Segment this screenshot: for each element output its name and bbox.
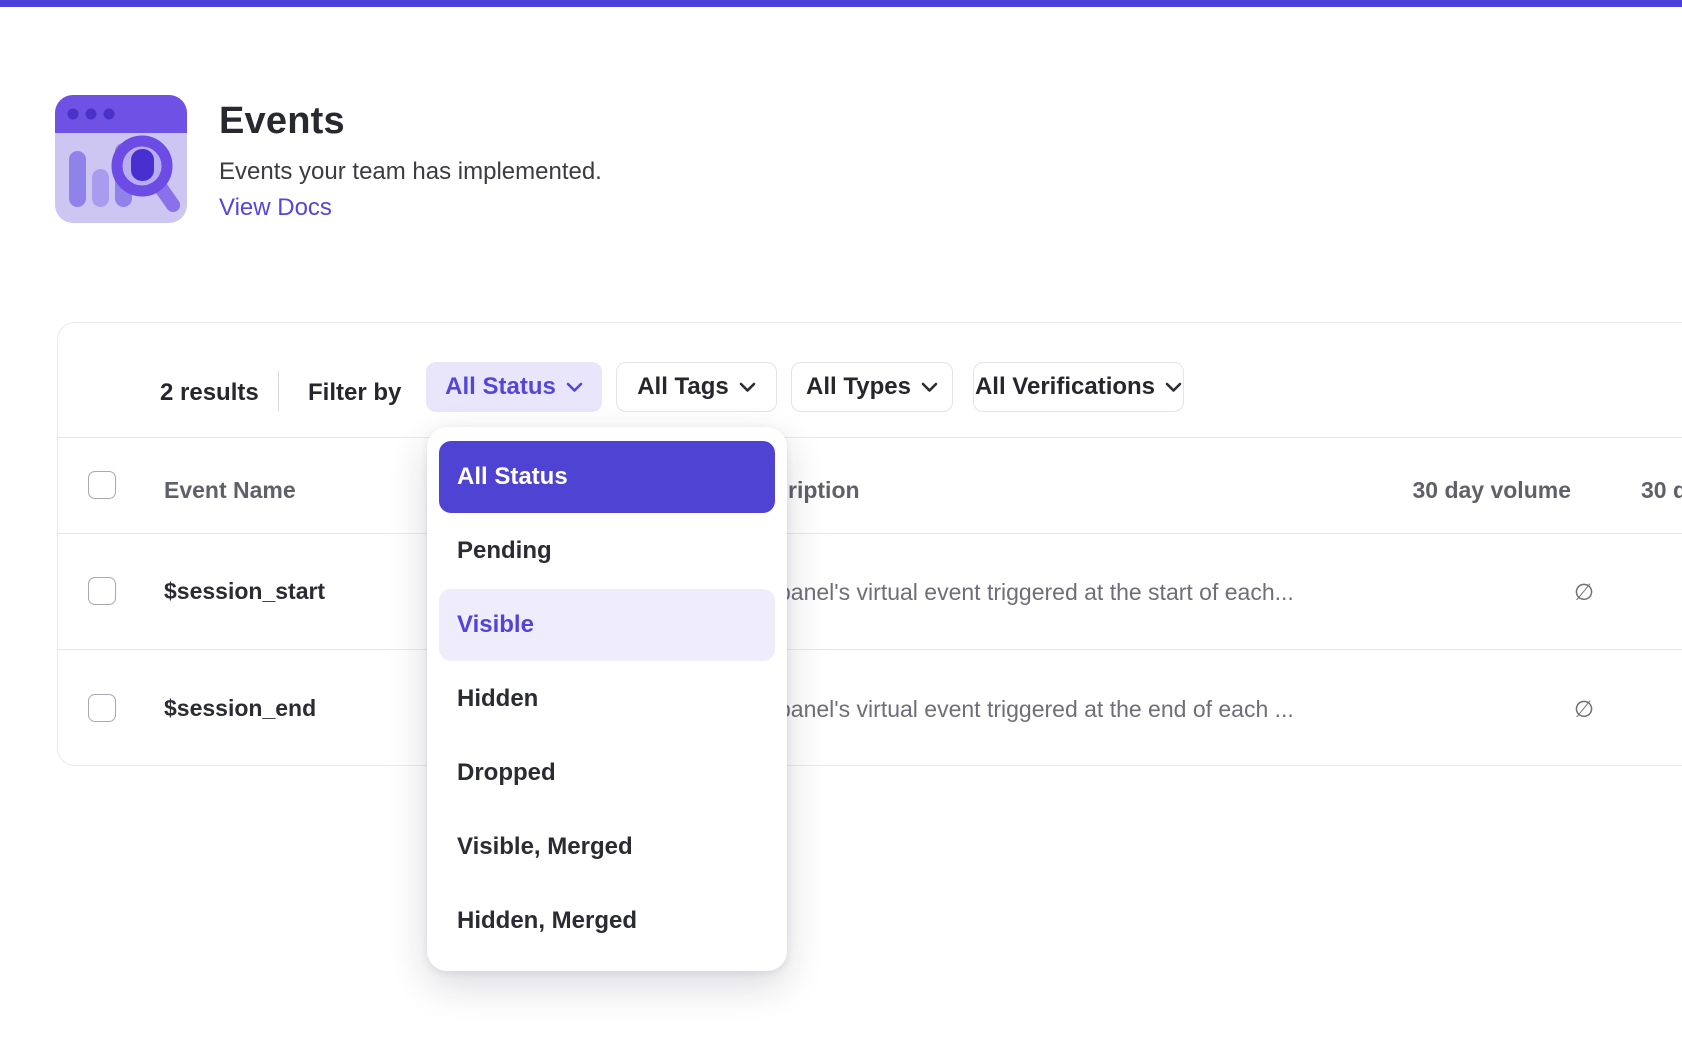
chevron-down-icon	[921, 382, 938, 393]
view-docs-link[interactable]: View Docs	[219, 194, 332, 222]
filter-bar-divider	[278, 371, 279, 411]
event-name-cell[interactable]: $session_start	[164, 578, 325, 605]
status-dropdown-menu: All Status Pending Visible Hidden Droppe…	[427, 427, 787, 971]
column-header-event-name[interactable]: Event Name	[164, 477, 296, 504]
column-header-description[interactable]: ription	[788, 477, 860, 504]
status-option-hidden[interactable]: Hidden	[439, 663, 775, 735]
event-name-cell[interactable]: $session_end	[164, 695, 316, 722]
event-description-cell: panel's virtual event triggered at the e…	[778, 696, 1294, 723]
chevron-down-icon	[739, 382, 756, 393]
status-option-visible-merged[interactable]: Visible, Merged	[439, 811, 775, 883]
table-divider	[57, 437, 1682, 438]
column-header-30-day-extra[interactable]: 30 d	[1641, 477, 1682, 504]
event-volume-cell: ∅	[1574, 579, 1594, 606]
types-filter-label: All Types	[806, 373, 911, 401]
status-option-dropped[interactable]: Dropped	[439, 737, 775, 809]
tags-filter-button[interactable]: All Tags	[616, 362, 777, 412]
status-filter-button[interactable]: All Status	[426, 362, 602, 412]
select-all-checkbox[interactable]	[88, 471, 116, 499]
event-volume-cell: ∅	[1574, 696, 1594, 723]
filter-by-label: Filter by	[308, 379, 401, 407]
events-app-icon	[55, 95, 187, 223]
tags-filter-label: All Tags	[637, 373, 729, 401]
verifications-filter-button[interactable]: All Verifications	[973, 362, 1184, 412]
status-option-all-status[interactable]: All Status	[439, 441, 775, 513]
results-count: 2 results	[160, 379, 259, 407]
chevron-down-icon	[1165, 382, 1182, 393]
row-checkbox[interactable]	[88, 694, 116, 722]
table-divider	[57, 649, 1682, 650]
table-divider	[57, 533, 1682, 534]
event-description-cell: panel's virtual event triggered at the s…	[778, 579, 1294, 606]
top-accent-bar	[0, 0, 1682, 7]
verifications-filter-label: All Verifications	[975, 373, 1155, 401]
status-filter-label: All Status	[445, 373, 556, 401]
column-header-30-day-volume[interactable]: 30 day volume	[1412, 477, 1571, 504]
row-checkbox[interactable]	[88, 577, 116, 605]
status-option-hidden-merged[interactable]: Hidden, Merged	[439, 885, 775, 957]
page-subtitle: Events your team has implemented.	[219, 158, 602, 186]
chevron-down-icon	[566, 382, 583, 393]
page-title: Events	[219, 100, 345, 143]
status-option-visible[interactable]: Visible	[439, 589, 775, 661]
status-option-pending[interactable]: Pending	[439, 515, 775, 587]
types-filter-button[interactable]: All Types	[791, 362, 953, 412]
